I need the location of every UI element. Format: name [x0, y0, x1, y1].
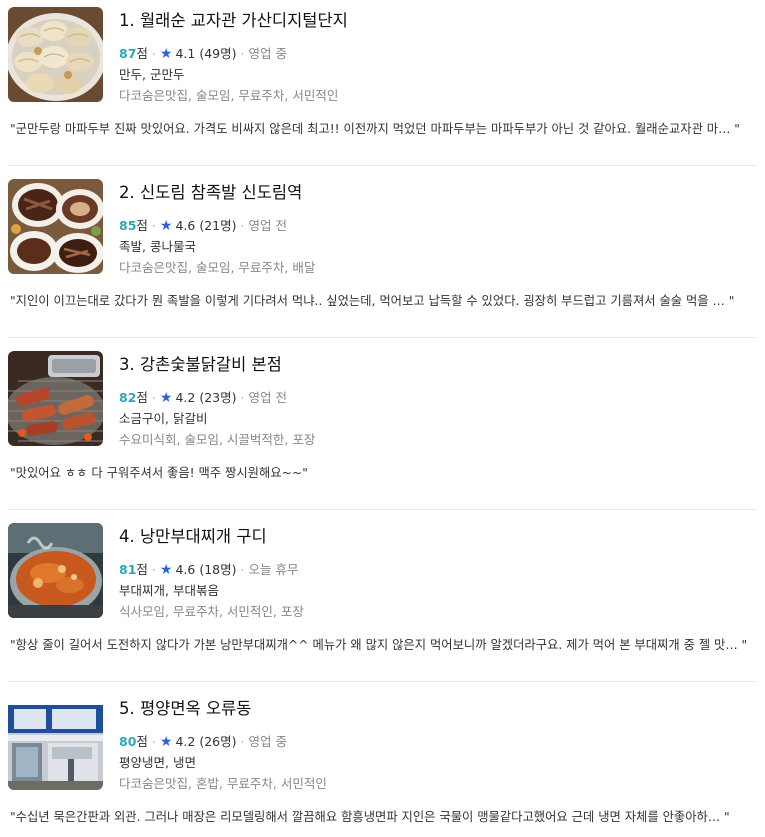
jokbal-photo [8, 179, 103, 274]
score-unit: 점 [136, 390, 148, 405]
restaurant-info: 5. 평양면옥 오류동 80점 · ★ 4.2 (26명) · 영업 중 평양냉면, 냉면… [119, 696, 755, 792]
restaurant-photo[interactable] [8, 695, 103, 790]
separator-dot: · [240, 734, 245, 749]
restaurant-item[interactable]: 5. 평양면옥 오류동 80점 · ★ 4.2 (26명) · 영업 중 평양냉면, 냉면… [0, 688, 765, 837]
restaurant-tags: 다코숨은맛집, 술모임, 무료주차, 배달 [119, 260, 316, 275]
score-unit: 점 [136, 46, 148, 61]
restaurant-tags: 식사모임, 무료주차, 서민적인, 포장 [119, 604, 304, 619]
item-divider [8, 509, 757, 510]
restaurant-photo[interactable] [8, 351, 103, 446]
restaurant-meta: 85점 · ★ 4.6 (21명) · 영업 전 [119, 218, 755, 234]
restaurant-item[interactable]: 4. 낭만부대찌개 구디 81점 · ★ 4.6 (18명) · 오늘 휴무 부대찌개, … [0, 516, 765, 688]
score-value: 80 [119, 734, 137, 749]
item-divider [8, 165, 757, 166]
restaurant-title[interactable]: 1. 월래순 교자관 가산디지털단지 [119, 8, 755, 34]
open-status: 영업 전 [248, 218, 287, 233]
restaurant-info: 1. 월래순 교자관 가산디지털단지 87점 · ★ 4.1 (49명) · 영업 중 만… [119, 8, 755, 104]
item-divider [8, 337, 757, 338]
separator-dot: · [151, 562, 156, 577]
item-divider [8, 681, 757, 682]
rating-value: 4.1 (49명) [175, 46, 237, 61]
review-snippet[interactable]: "맛있어요 ㅎㅎ 다 구워주셔서 좋음! 맥주 짱시원해요~~" [10, 464, 757, 482]
restaurant-info: 4. 낭만부대찌개 구디 81점 · ★ 4.6 (18명) · 오늘 휴무 부대찌개, … [119, 524, 755, 620]
restaurant-photo[interactable] [8, 7, 103, 102]
separator-dot: · [240, 218, 245, 233]
restaurant-meta: 81점 · ★ 4.6 (18명) · 오늘 휴무 [119, 562, 755, 578]
restaurant-meta: 82점 · ★ 4.2 (23명) · 영업 전 [119, 390, 755, 406]
separator-dot: · [151, 46, 156, 61]
grill-photo [8, 351, 103, 446]
open-status: 영업 전 [248, 390, 287, 405]
restaurant-photo[interactable] [8, 523, 103, 618]
score-value: 85 [119, 218, 137, 233]
restaurant-meta: 80점 · ★ 4.2 (26명) · 영업 중 [119, 734, 755, 750]
separator-dot: · [240, 46, 245, 61]
review-snippet[interactable]: "군만두랑 마파두부 진짜 맛있어요. 가격도 비싸지 않은데 최고!! 이전까… [10, 120, 757, 138]
restaurant-info: 2. 신도림 참족발 신도림역 85점 · ★ 4.6 (21명) · 영업 전 족발, … [119, 180, 755, 276]
restaurant-category: 만두, 군만두 [119, 67, 185, 82]
score-value: 87 [119, 46, 137, 61]
restaurant-title[interactable]: 2. 신도림 참족발 신도림역 [119, 180, 755, 206]
rating-value: 4.6 (18명) [175, 562, 237, 577]
rating-value: 4.2 (26명) [175, 734, 237, 749]
star-icon: ★ [159, 46, 173, 62]
separator-dot: · [240, 390, 245, 405]
restaurant-tags: 다코숨은맛집, 술모임, 무료주차, 서민적인 [119, 88, 339, 103]
score-unit: 점 [136, 562, 148, 577]
separator-dot: · [151, 390, 156, 405]
score-unit: 점 [136, 734, 148, 749]
star-icon: ★ [159, 390, 173, 406]
separator-dot: · [151, 734, 156, 749]
stew-photo [8, 523, 103, 618]
open-status: 영업 중 [248, 734, 287, 749]
review-snippet[interactable]: "지인이 이끄는대로 갔다가 뭔 족발을 이렇게 기다려서 먹냐.. 싶었는데,… [10, 292, 757, 310]
dumpling-photo [8, 7, 103, 102]
score-value: 81 [119, 562, 137, 577]
restaurant-title[interactable]: 4. 낭만부대찌개 구디 [119, 524, 755, 550]
restaurant-category: 족발, 콩나물국 [119, 239, 196, 254]
separator-dot: · [151, 218, 156, 233]
open-status: 오늘 휴무 [248, 562, 299, 577]
restaurant-meta: 87점 · ★ 4.1 (49명) · 영업 중 [119, 46, 755, 62]
separator-dot: · [240, 562, 245, 577]
restaurant-tags: 수요미식회, 술모임, 시끌벅적한, 포장 [119, 432, 316, 447]
restaurant-info: 3. 강촌숯불닭갈비 본점 82점 · ★ 4.2 (23명) · 영업 전 소금구이, … [119, 352, 755, 448]
restaurant-category: 부대찌개, 부대볶음 [119, 583, 219, 598]
star-icon: ★ [159, 218, 173, 234]
review-snippet[interactable]: "항상 줄이 길어서 도전하지 않다가 가본 낭만부대찌개^^ 메뉴가 왜 많지… [10, 636, 757, 654]
star-icon: ★ [159, 562, 173, 578]
score-unit: 점 [136, 218, 148, 233]
restaurant-item[interactable]: 1. 월래순 교자관 가산디지털단지 87점 · ★ 4.1 (49명) · 영업 중 만… [0, 0, 765, 172]
score-value: 82 [119, 390, 137, 405]
restaurant-title[interactable]: 3. 강촌숯불닭갈비 본점 [119, 352, 755, 378]
rating-value: 4.6 (21명) [175, 218, 237, 233]
star-icon: ★ [159, 734, 173, 750]
restaurant-photo[interactable] [8, 179, 103, 274]
open-status: 영업 중 [248, 46, 287, 61]
restaurant-category: 평양냉면, 냉면 [119, 755, 196, 770]
restaurant-tags: 다코숨은맛집, 혼밥, 무료주차, 서민적인 [119, 776, 327, 791]
restaurant-item[interactable]: 2. 신도림 참족발 신도림역 85점 · ★ 4.6 (21명) · 영업 전 족발, … [0, 172, 765, 344]
rating-value: 4.2 (23명) [175, 390, 237, 405]
storefront-photo [8, 695, 103, 790]
restaurant-title[interactable]: 5. 평양면옥 오류동 [119, 696, 755, 722]
review-snippet[interactable]: "수십년 묵은간판과 외관. 그러나 매장은 리모델링해서 깔끔해요 함흥냉면파… [10, 808, 757, 826]
restaurant-category: 소금구이, 닭갈비 [119, 411, 208, 426]
restaurant-item[interactable]: 3. 강촌숯불닭갈비 본점 82점 · ★ 4.2 (23명) · 영업 전 소금구이, … [0, 344, 765, 516]
